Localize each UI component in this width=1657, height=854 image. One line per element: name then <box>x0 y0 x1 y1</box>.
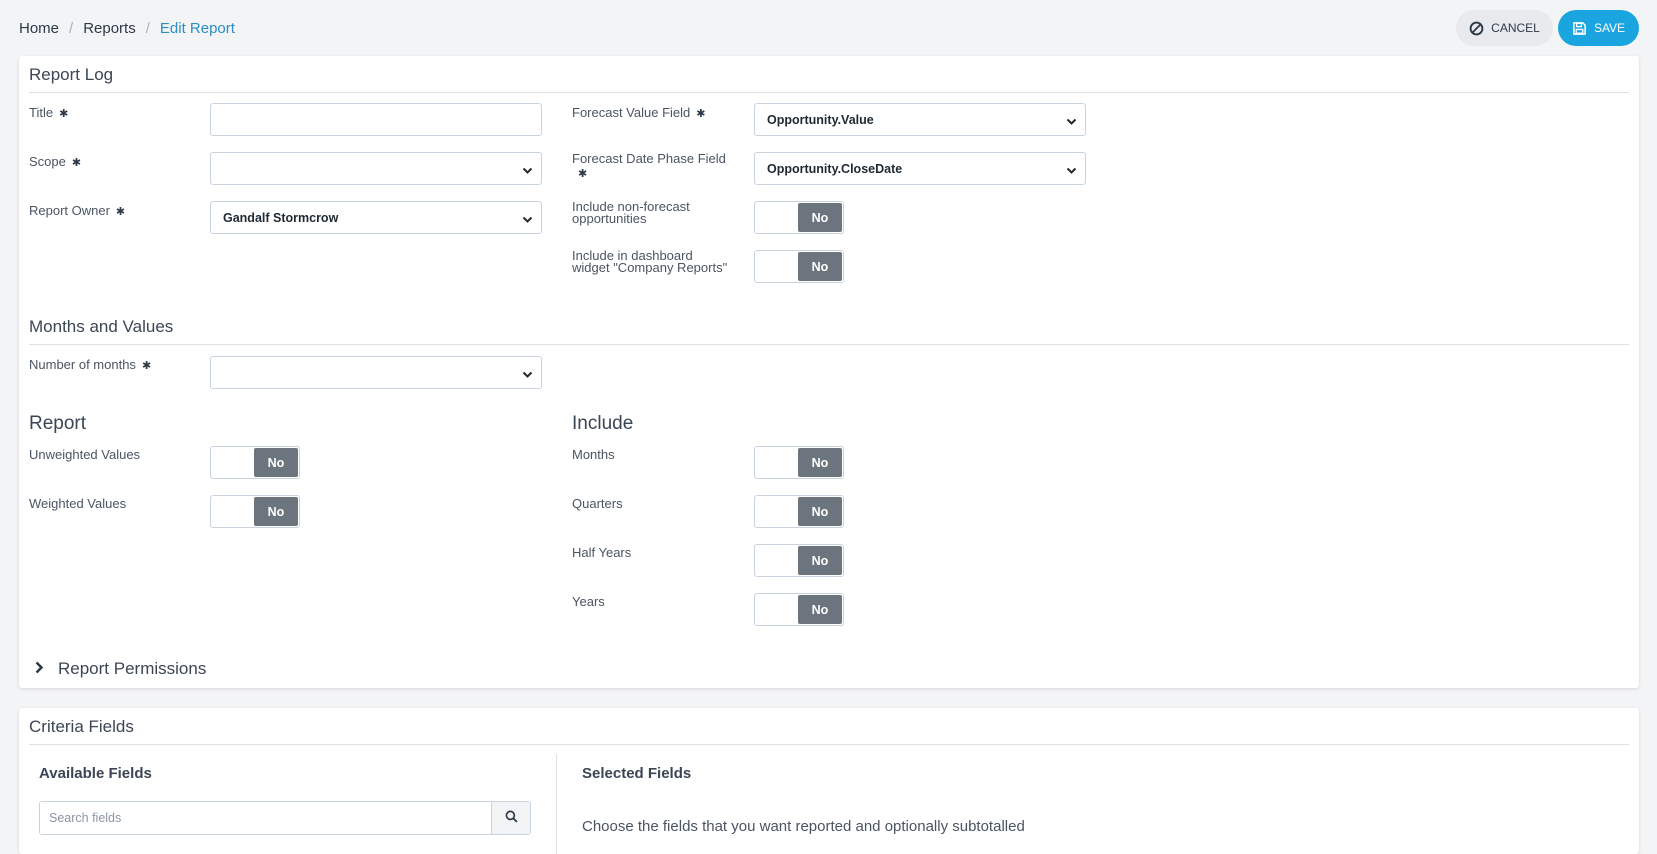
save-label: SAVE <box>1593 21 1626 35</box>
search-icon <box>505 810 518 826</box>
include-half-years-label: Half Years <box>572 545 632 560</box>
title-label-text: Title <box>29 105 54 120</box>
required-icon: ✱ <box>59 108 69 120</box>
top-bar: Home / Reports / Edit Report CANCEL SAVE <box>0 0 1657 56</box>
selected-fields-title: Selected Fields <box>582 765 692 782</box>
cancel-button[interactable]: CANCEL <box>1456 10 1553 46</box>
owner-label-text: Report Owner <box>29 203 110 218</box>
section-divider <box>29 744 1629 745</box>
toggle-state: No <box>798 595 842 624</box>
forecast-value-label-text: Forecast Value Field <box>572 105 691 120</box>
include-nonforecast-line2: opportunities <box>572 211 647 226</box>
include-dashboard-label: Include in dashboard widget "Company Rep… <box>572 249 728 275</box>
forecast-value-label: Forecast Value Field ✱ <box>572 105 706 120</box>
report-log-title: Report Log <box>29 65 114 84</box>
report-owner-select[interactable]: Gandalf Stormcrow <box>210 201 542 234</box>
include-months-toggle[interactable]: No <box>754 446 844 479</box>
include-nonforecast-label: Include non-forecast opportunities <box>572 200 690 226</box>
column-divider <box>556 754 557 854</box>
toggle-state: No <box>798 448 842 477</box>
breadcrumb-separator: / <box>69 20 74 37</box>
number-of-months-select[interactable] <box>210 356 542 389</box>
search-fields <box>39 801 531 835</box>
forecast-value-select[interactable]: Opportunity.Value <box>754 103 1086 136</box>
breadcrumb-current: Edit Report <box>159 20 235 37</box>
toggle-state: No <box>798 252 842 281</box>
weighted-label: Weighted Values <box>29 496 127 511</box>
required-icon: ✱ <box>696 108 706 120</box>
chevron-right-icon <box>35 661 44 677</box>
report-permissions-title: Report Permissions <box>58 659 207 678</box>
breadcrumb: Home / Reports / Edit Report <box>19 20 235 37</box>
unweighted-label: Unweighted Values <box>29 447 141 462</box>
breadcrumb-separator: / <box>145 20 150 37</box>
weighted-toggle[interactable]: No <box>210 495 300 528</box>
required-icon: ✱ <box>115 206 126 218</box>
title-input-field[interactable] <box>223 104 541 135</box>
chevron-down-icon <box>1066 164 1077 178</box>
toggle-state: No <box>798 497 842 526</box>
include-months-label: Months <box>572 447 615 462</box>
breadcrumb-home[interactable]: Home <box>19 20 59 37</box>
include-quarters-toggle[interactable]: No <box>754 495 844 528</box>
section-divider <box>29 92 1629 93</box>
toggle-state: No <box>798 546 842 575</box>
toggle-state: No <box>798 203 842 232</box>
scope-label: Scope ✱ <box>29 154 82 169</box>
include-dashboard-toggle[interactable]: No <box>754 250 844 283</box>
include-years-label: Years <box>572 594 605 609</box>
report-subtitle: Report <box>29 413 87 434</box>
include-half-years-toggle[interactable]: No <box>754 544 844 577</box>
include-quarters-label: Quarters <box>572 496 623 511</box>
months-label: Number of months ✱ <box>29 357 152 372</box>
include-years-toggle[interactable]: No <box>754 593 844 626</box>
forecast-value-value: Opportunity.Value <box>767 112 874 127</box>
forecast-date-label: Forecast Date Phase Field ✱ <box>572 152 732 181</box>
months-label-text: Number of months <box>29 357 136 372</box>
scope-label-text: Scope <box>29 154 66 169</box>
chevron-down-icon <box>522 164 533 178</box>
include-dashboard-line2: widget "Company Reports" <box>572 260 728 275</box>
cancel-label: CANCEL <box>1491 21 1540 35</box>
floppy-disk-icon <box>1572 21 1587 36</box>
chevron-down-icon <box>1066 115 1077 129</box>
chevron-down-icon <box>522 213 533 227</box>
owner-label: Report Owner ✱ <box>29 203 126 218</box>
forecast-date-select[interactable]: Opportunity.CloseDate <box>754 152 1086 185</box>
available-fields-title: Available Fields <box>39 765 152 782</box>
required-icon: ✱ <box>578 168 588 180</box>
unweighted-toggle[interactable]: No <box>210 446 300 479</box>
selected-fields-help: Choose the fields that you want reported… <box>582 818 1025 835</box>
required-icon: ✱ <box>141 360 152 372</box>
criteria-fields-title: Criteria Fields <box>29 717 134 736</box>
include-nonforecast-toggle[interactable]: No <box>754 201 844 234</box>
search-fields-input[interactable] <box>40 802 491 834</box>
title-input[interactable] <box>210 103 542 136</box>
toggle-state: No <box>254 497 298 526</box>
ban-icon <box>1469 21 1484 36</box>
report-owner-value: Gandalf Stormcrow <box>223 210 339 225</box>
save-button[interactable]: SAVE <box>1558 10 1639 46</box>
forecast-date-value: Opportunity.CloseDate <box>767 161 903 176</box>
title-label: Title ✱ <box>29 105 69 120</box>
breadcrumb-reports[interactable]: Reports <box>83 20 136 37</box>
include-subtitle: Include <box>572 413 634 434</box>
required-icon: ✱ <box>71 157 82 169</box>
months-values-title: Months and Values <box>29 317 174 336</box>
report-permissions-toggle[interactable]: Report Permissions <box>35 659 206 679</box>
section-divider <box>29 344 1629 345</box>
search-button[interactable] <box>491 802 530 834</box>
chevron-down-icon <box>522 368 533 382</box>
scope-select[interactable] <box>210 152 542 185</box>
toggle-state: No <box>254 448 298 477</box>
forecast-date-label-text: Forecast Date Phase Field <box>572 151 726 166</box>
